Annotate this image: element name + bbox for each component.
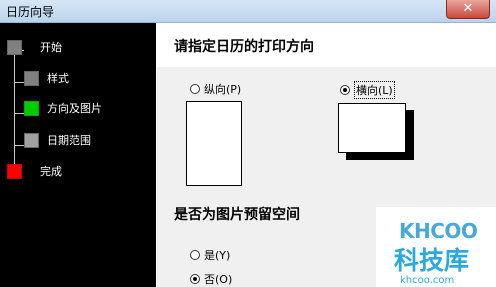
watermark-name: 科技库 bbox=[394, 246, 470, 275]
picture-yes-label: 是(Y) bbox=[204, 249, 231, 262]
watermark: KHCOO 科技库 khcoo.com bbox=[376, 207, 496, 287]
step-orientation-label: 方向及图片 bbox=[47, 102, 102, 115]
step-date-range[interactable] bbox=[24, 132, 39, 148]
picture-no-radio-button[interactable] bbox=[190, 274, 200, 284]
watermark-url: khcoo.com bbox=[400, 275, 455, 286]
wizard-steps-sidebar: 开始 样式 方向及图片 日期范围 完成 bbox=[0, 23, 156, 287]
portrait-radio[interactable]: 纵向(P) bbox=[190, 81, 241, 97]
picture-yes-radio-button[interactable] bbox=[190, 250, 200, 260]
portrait-preview[interactable] bbox=[186, 101, 242, 186]
landscape-radio[interactable]: 横向(L) bbox=[340, 81, 395, 99]
picture-no-radio[interactable]: 否(O) bbox=[190, 271, 232, 287]
landscape-label: 横向(L) bbox=[354, 81, 395, 99]
step-orientation[interactable] bbox=[24, 100, 39, 116]
step-style-marker bbox=[24, 70, 39, 86]
step-finish[interactable] bbox=[7, 163, 22, 179]
picture-yes-radio[interactable]: 是(Y) bbox=[190, 247, 230, 263]
portrait-label: 纵向(P) bbox=[204, 83, 242, 96]
title-bar: 日历向导 ✕ bbox=[0, 0, 496, 23]
picture-space-heading: 是否为图片预留空间 bbox=[174, 207, 300, 223]
step-style[interactable] bbox=[24, 70, 39, 86]
close-button[interactable]: ✕ bbox=[446, 0, 490, 19]
step-date-range-marker bbox=[24, 132, 39, 148]
window-title: 日历向导 bbox=[6, 5, 55, 19]
steps-connector-line bbox=[14, 41, 15, 171]
step-start-marker bbox=[7, 39, 22, 55]
close-icon: ✕ bbox=[462, 1, 474, 16]
step-style-label: 样式 bbox=[47, 72, 69, 85]
orientation-heading: 请指定日历的打印方向 bbox=[174, 39, 314, 55]
portrait-radio-button[interactable] bbox=[190, 84, 200, 94]
landscape-radio-button[interactable] bbox=[340, 85, 350, 95]
landscape-preview[interactable] bbox=[338, 103, 406, 153]
step-orientation-marker bbox=[24, 100, 39, 116]
step-finish-marker bbox=[7, 163, 22, 179]
step-start-label: 开始 bbox=[40, 41, 62, 54]
watermark-logo: KHCOO bbox=[399, 219, 478, 243]
picture-no-label: 否(O) bbox=[204, 273, 233, 286]
step-date-range-label: 日期范围 bbox=[47, 134, 91, 147]
step-finish-label: 完成 bbox=[40, 165, 62, 178]
step-start[interactable] bbox=[7, 39, 22, 55]
